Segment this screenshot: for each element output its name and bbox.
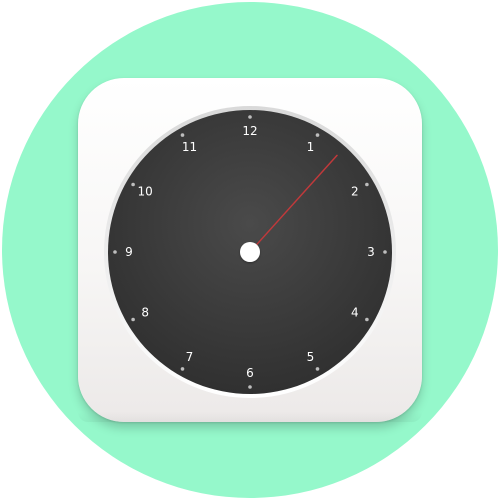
numeral-4: 4	[351, 306, 359, 320]
tick-dot	[315, 367, 320, 371]
numeral-5: 5	[307, 350, 315, 364]
numeral-6: 6	[246, 366, 254, 380]
tick-dot	[383, 250, 387, 254]
tick-dot	[248, 115, 252, 119]
tick-dot	[180, 133, 185, 137]
numeral-10: 10	[138, 185, 153, 199]
tick-dot	[131, 182, 135, 187]
clock-icon: 12 1 2 3 4 5 6 7 8 9 10 11	[104, 106, 396, 398]
tick-dot	[315, 133, 320, 137]
tick-dot	[113, 250, 117, 254]
numeral-1: 1	[307, 140, 315, 154]
numeral-3: 3	[367, 245, 375, 259]
tick-dot	[131, 317, 135, 322]
numeral-7: 7	[186, 350, 194, 364]
tick-dot	[180, 367, 185, 371]
numeral-11: 11	[182, 140, 197, 154]
tick-dot	[248, 385, 252, 389]
numeral-9: 9	[125, 245, 133, 259]
tick-dot	[365, 317, 369, 322]
center-cap	[240, 242, 260, 262]
numeral-2: 2	[351, 185, 359, 199]
tick-dot	[365, 182, 369, 187]
numeral-8: 8	[141, 306, 149, 320]
clock-app-icon: 12 1 2 3 4 5 6 7 8 9 10 11	[0, 0, 500, 500]
numeral-12: 12	[242, 124, 257, 138]
